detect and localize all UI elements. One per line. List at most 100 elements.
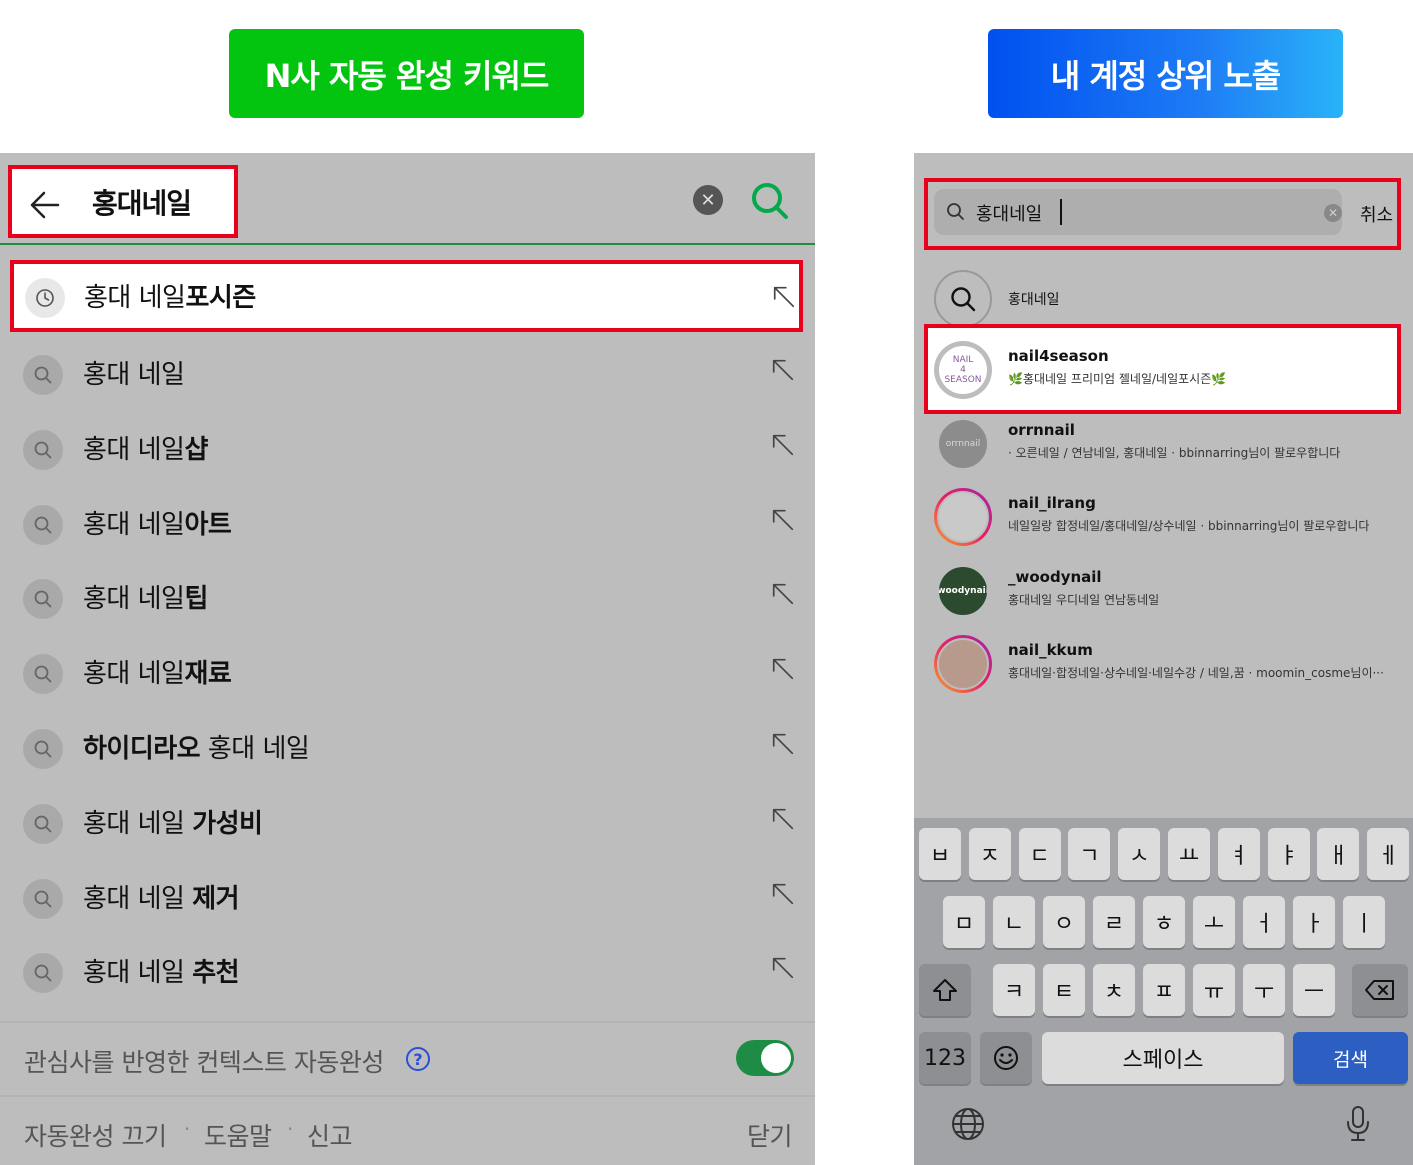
suggestion-item[interactable]: 홍대 네일샵 [0, 410, 815, 485]
emoji-icon[interactable] [980, 1032, 1032, 1084]
avatar-image [937, 638, 989, 690]
fill-query-arrow-icon[interactable] [770, 955, 796, 981]
microphone-icon[interactable] [1342, 1104, 1374, 1144]
footer-separator: · [287, 1117, 294, 1141]
fill-query-arrow-icon[interactable] [770, 656, 796, 682]
suggestion-item[interactable]: 하이디라오 홍대 네일 [0, 709, 815, 784]
suggestion-item[interactable]: 홍대 네일아트 [0, 485, 815, 560]
context-autocomplete-toggle[interactable] [736, 1040, 794, 1076]
suggestion-bold-text: 아트 [184, 509, 232, 540]
key-3[interactable]: ㄷ [1018, 828, 1061, 880]
shift-icon[interactable] [919, 964, 971, 1016]
instagram-search-input[interactable]: 홍대네일 ✕ [934, 189, 1342, 235]
account-subtitle: 🌿홍대네일 프리미엄 젤네일/네일포시즌🌿 [1008, 372, 1227, 386]
toggle-knob [761, 1043, 791, 1073]
key-row2-1[interactable]: ㅁ [943, 896, 985, 948]
help-icon[interactable]: ? [406, 1047, 430, 1071]
numbers-key[interactable]: 123 [919, 1032, 971, 1084]
back-arrow-icon[interactable] [26, 185, 66, 225]
key-4[interactable]: ㄱ [1068, 828, 1111, 880]
suggestion-item[interactable]: 홍대 네일 추천 [0, 933, 815, 1008]
suggestion-item[interactable]: 홍대 네일포시즌 [10, 260, 803, 332]
key-row2-3[interactable]: ㅇ [1043, 896, 1085, 948]
key-5[interactable]: ㅅ [1118, 828, 1161, 880]
key-10[interactable]: ㅔ [1367, 828, 1410, 880]
key-row3-1[interactable]: ㅋ [993, 964, 1035, 1016]
account-subtitle: 홍대네일·합정네일·상수네일·네일수강 / 네일,꿈 · moomin_cosm… [1008, 666, 1384, 680]
green-search-icon[interactable] [750, 181, 790, 221]
key-7[interactable]: ㅕ [1217, 828, 1260, 880]
key-row2-6[interactable]: ㅗ [1193, 896, 1235, 948]
fill-query-arrow-icon[interactable] [770, 581, 796, 607]
query-suggestion-text: 홍대네일 [1008, 292, 1060, 308]
fill-query-arrow-icon[interactable] [770, 731, 796, 757]
key-row2-5[interactable]: ㅎ [1143, 896, 1185, 948]
search-icon [23, 579, 63, 620]
suggestion-bold-text: 가성비 [192, 808, 263, 839]
footer-separator: · [184, 1117, 191, 1141]
key-row2-9[interactable]: ㅣ [1343, 896, 1385, 948]
key-row2-2[interactable]: ㄴ [993, 896, 1035, 948]
globe-icon[interactable] [950, 1106, 986, 1142]
clear-icon[interactable]: ✕ [693, 185, 723, 215]
key-row3-3[interactable]: ㅊ [1093, 964, 1135, 1016]
account-row[interactable]: woodynail _woodynail 홍대네일 우디네일 연남동네일 [914, 554, 1413, 628]
suggestion-item[interactable]: 홍대 네일 제거 [0, 859, 815, 934]
fill-query-arrow-icon[interactable] [770, 806, 796, 832]
suggestion-plain-text: 홍대 네일 [83, 883, 193, 914]
fill-query-arrow-icon[interactable] [771, 284, 797, 310]
avatar-image [937, 491, 989, 543]
search-icon [23, 429, 63, 470]
account-row[interactable]: nail_ilrang 네일일랑 합정네일/홍대네일/상수네일 · bbinnar… [914, 480, 1413, 554]
space-key[interactable]: 스페이스 [1042, 1032, 1284, 1084]
key-6[interactable]: ㅛ [1168, 828, 1210, 880]
key-8[interactable]: ㅑ [1267, 828, 1310, 880]
suggestion-item[interactable]: 홍대 네일 [0, 335, 815, 410]
search-icon [934, 270, 992, 328]
suggestion-plain-text: 홍대 네일 [83, 360, 185, 390]
report-link[interactable]: 신고 [307, 1117, 353, 1153]
suggestion-text: 홍대 네일재료 [83, 653, 232, 690]
cancel-button[interactable]: 취소 [1360, 201, 1393, 227]
help-link[interactable]: 도움말 [204, 1117, 272, 1153]
clear-icon[interactable]: ✕ [1324, 204, 1342, 222]
backspace-icon[interactable] [1352, 964, 1408, 1016]
search-icon [23, 355, 63, 395]
suggestion-bold-text: 제거 [192, 883, 240, 914]
suggestion-item[interactable]: 홍대 네일재료 [0, 634, 815, 709]
key-row2-4[interactable]: ㄹ [1093, 896, 1135, 948]
account-username: nail_ilrang [1008, 494, 1096, 512]
close-link[interactable]: 닫기 [747, 1117, 793, 1153]
autocomplete-off-link[interactable]: 자동완성 끄기 [24, 1117, 167, 1153]
key-row3-7[interactable]: ㅡ [1293, 964, 1335, 1016]
fill-query-arrow-icon[interactable] [770, 507, 796, 533]
account-row[interactable]: nail_kkum 홍대네일·합정네일·상수네일·네일수강 / 네일,꿈 · mo… [914, 627, 1413, 701]
account-row[interactable]: NAIL 4 SEASON nail4season 🌿홍대네일 프리미엄 젤네일/네일포… [914, 333, 1413, 407]
account-row[interactable]: orrnnail orrnnail · 오른네일 / 연남네일, 홍대네일 · bb… [914, 407, 1413, 481]
fill-query-arrow-icon[interactable] [770, 432, 796, 458]
key-9[interactable]: ㅐ [1317, 828, 1360, 880]
fill-query-arrow-icon[interactable] [770, 881, 796, 907]
search-key[interactable]: 검색 [1293, 1032, 1408, 1084]
key-row3-6[interactable]: ㅜ [1243, 964, 1285, 1016]
key-row3-2[interactable]: ㅌ [1043, 964, 1085, 1016]
key-row2-7[interactable]: ㅓ [1243, 896, 1285, 948]
suggestion-item[interactable]: 홍대 네일 가성비 [0, 784, 815, 859]
instagram-search-query: 홍대네일 [976, 204, 1043, 225]
suggestion-plain-text: 홍대 네일 [200, 734, 310, 764]
search-icon [23, 803, 63, 844]
search-icon [23, 729, 63, 769]
account-username: orrnnail [1008, 420, 1075, 439]
naver-autocomplete-panel: 홍대네일 ✕ 홍대 네일포시즌 홍대 네일 홍대 네일샵 홍대 네일아트 홍대 네일팁 홍… [0, 153, 815, 1165]
key-row3-5[interactable]: ㅠ [1193, 964, 1235, 1016]
key-row3-4[interactable]: ㅍ [1143, 964, 1185, 1016]
key-2[interactable]: ㅈ [968, 828, 1011, 880]
suggestion-item[interactable]: 홍대 네일팁 [0, 559, 815, 634]
key-row2-8[interactable]: ㅏ [1293, 896, 1335, 948]
naver-search-query[interactable]: 홍대네일 [92, 182, 192, 222]
search-icon [23, 654, 63, 695]
fill-query-arrow-icon[interactable] [770, 357, 796, 383]
suggestion-plain-text: 홍대 네일 [83, 958, 193, 989]
key-1[interactable]: ㅂ [919, 828, 961, 880]
avatar-logo-text: orrnnail [945, 438, 981, 449]
